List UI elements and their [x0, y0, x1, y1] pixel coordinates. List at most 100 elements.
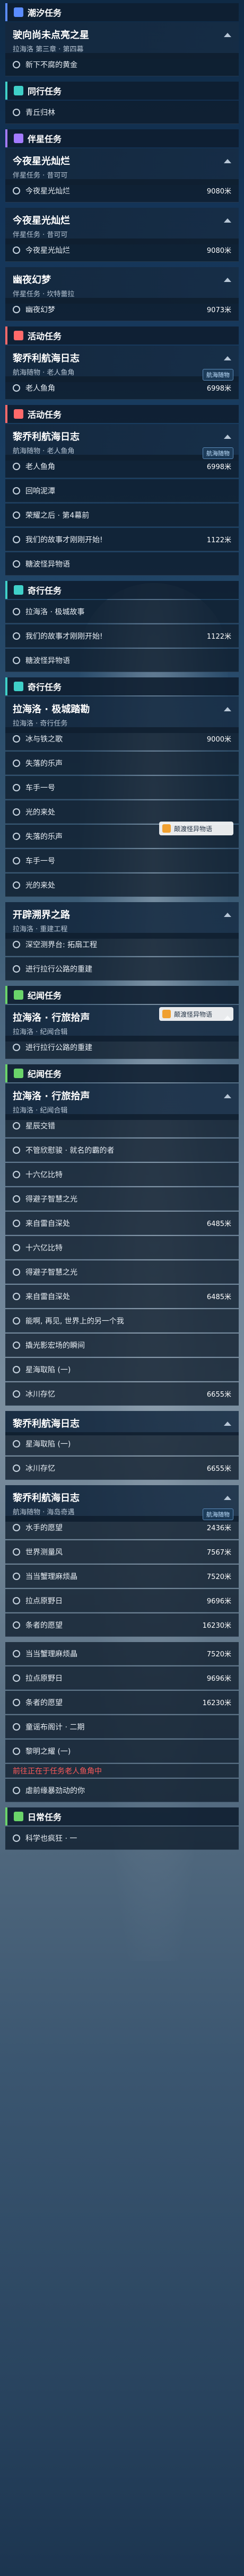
quest-title: 今夜星光灿烂 — [13, 156, 70, 167]
collapse-arrow-icon[interactable] — [224, 1094, 231, 1098]
quest-item[interactable]: 星辰交错 — [5, 1114, 239, 1137]
quest-item[interactable]: 幽夜幻梦 9073米 — [5, 298, 239, 321]
quest-item[interactable]: 得避子智慧之光 — [5, 1187, 239, 1211]
quest-item-label: 新下不腐的黄金 — [25, 60, 77, 69]
objective-dot-icon — [13, 881, 20, 889]
objective-dot-icon — [13, 305, 20, 313]
event-badge: 航海随物 — [203, 447, 233, 459]
quest-item-label: 童谣布阁计 · 二期 — [25, 1723, 85, 1732]
quest-item-label: 能啊, 再见, 世界上的另一个我 — [25, 1317, 124, 1326]
quest-item[interactable]: 今夜星光灿烂 9080米 — [5, 179, 239, 202]
quest-item[interactable]: 新下不腐的黄金 — [5, 53, 239, 76]
quest-item-label: 我们的故事才刚刚开始! — [25, 632, 103, 641]
tracking-hint-chip[interactable]: 颠渡怪异物语 — [159, 1007, 233, 1021]
objective-dot-icon — [13, 108, 20, 116]
category-header[interactable]: 伴星任务 — [5, 129, 239, 147]
collapse-arrow-icon[interactable] — [224, 33, 231, 37]
distance-value: 9080米 — [206, 188, 231, 196]
quest-marker-icon — [162, 824, 171, 833]
category-header[interactable]: 活动任务 — [5, 327, 239, 345]
tracking-hint-chip[interactable]: 颠渡怪异物语 — [159, 822, 233, 835]
quest-item-label: 进行拉行公路的重建 — [25, 1043, 92, 1052]
category-header[interactable]: 奇行任务 — [5, 677, 239, 695]
quest-subtitle: 航海随物 · 海岛奇遇 — [13, 1508, 75, 1516]
quest-item[interactable]: 进行拉行公路的重建 — [5, 1036, 239, 1059]
quest-item[interactable]: 光的来处 — [5, 800, 239, 824]
collapse-arrow-icon[interactable] — [224, 1422, 231, 1426]
quest-title: 黎乔利航海日志 — [13, 1418, 80, 1430]
quest-item[interactable]: 糖波怪异物语 — [5, 552, 239, 576]
quest-subtitle: 伴星任务 · 昔可可 — [13, 231, 68, 239]
collapse-arrow-icon[interactable] — [224, 707, 231, 711]
quest-item[interactable]: 十六亿比特 — [5, 1163, 239, 1186]
collapse-arrow-icon[interactable] — [224, 913, 231, 917]
quest-item[interactable]: 车手一号 — [5, 776, 239, 799]
collapse-arrow-icon[interactable] — [224, 1496, 231, 1500]
objective-dot-icon — [13, 1572, 20, 1580]
category-label: 潮汐任务 — [28, 8, 62, 18]
category-icon — [14, 86, 23, 95]
quest-item[interactable]: 冰川存忆 6655米 — [5, 1382, 239, 1406]
quest-item[interactable]: 星海取陷 (一) — [5, 1432, 239, 1455]
quest-item[interactable]: 十六亿比特 — [5, 1236, 239, 1259]
quest-item-label: 深空测界台: 拓扇工程 — [25, 940, 98, 949]
quest-item[interactable]: 虐前缘暴劲动的你 — [5, 1779, 239, 1802]
quest-item[interactable]: 来自雷自深处 6485米 — [5, 1285, 239, 1308]
quest-item[interactable]: 青丘归林 — [5, 101, 239, 124]
quest-item[interactable]: 科学也疯狂 · 一 — [5, 1827, 239, 1850]
category-header[interactable]: 纪闻任务 — [5, 986, 239, 1004]
quest-item[interactable]: 能啊, 再见, 世界上的另一个我 — [5, 1309, 239, 1333]
quest-item[interactable]: 光的来处 — [5, 874, 239, 897]
quest-item[interactable]: 我们的故事才刚刚开始! 1122米 — [5, 624, 239, 648]
category-header[interactable]: 活动任务 — [5, 405, 239, 423]
quest-item[interactable]: 今夜星光灿烂 9080米 — [5, 239, 239, 262]
objective-dot-icon — [13, 511, 20, 519]
collapse-arrow-icon[interactable] — [224, 159, 231, 163]
category-icon — [14, 585, 23, 595]
quest-item[interactable]: 我们的故事才刚刚开始! 1122米 — [5, 528, 239, 551]
objective-dot-icon — [13, 783, 20, 791]
quest-item[interactable]: 来自雷自深处 6485米 — [5, 1212, 239, 1235]
quest-item[interactable]: 撬光影宏场的瞬间 — [5, 1334, 239, 1357]
quest-item[interactable]: 星海取陷 (一) — [5, 1358, 239, 1381]
quest-item[interactable]: 车手一号 — [5, 849, 239, 872]
quest-item[interactable]: 拉点原野日 9696米 — [5, 1589, 239, 1612]
quest-item[interactable]: 深空测界台: 拓扇工程 — [5, 933, 239, 956]
category-header[interactable]: 纪闻任务 — [5, 1064, 239, 1082]
objective-dot-icon — [13, 1621, 20, 1629]
collapse-arrow-icon[interactable] — [224, 218, 231, 223]
quest-item[interactable]: 失落的乐声 — [5, 752, 239, 775]
category-header[interactable]: 奇行任务 — [5, 581, 239, 599]
quest-item-label: 拉点原野日 — [25, 1674, 63, 1683]
quest-item[interactable]: 糖波怪异物语 — [5, 649, 239, 672]
quest-item[interactable]: 当当蟹理麻烦晶 7520米 — [5, 1565, 239, 1588]
category-header[interactable]: 潮汐任务 — [5, 3, 239, 21]
objective-dot-icon — [13, 1523, 20, 1531]
quest-item[interactable]: 不管欣慰骏 · 就名的霸的者 — [5, 1139, 239, 1162]
quest-item[interactable]: 进行拉行公路的重建 — [5, 957, 239, 981]
quest-item[interactable]: 冰川存忆 6655米 — [5, 1457, 239, 1480]
quest-item[interactable]: 拉海洛 · 极城故事 — [5, 600, 239, 623]
category-header[interactable]: 同行任务 — [5, 82, 239, 100]
collapse-arrow-icon[interactable] — [224, 278, 231, 282]
objective-dot-icon — [13, 60, 20, 68]
quest-item[interactable]: 世界测量风 7567米 — [5, 1540, 239, 1564]
quest-item[interactable]: 荣耀之后 · 第4幕前 — [5, 504, 239, 527]
quest-item[interactable]: 黎明之耀 (一) — [5, 1740, 239, 1763]
quest-item[interactable]: 得避子智慧之光 — [5, 1260, 239, 1284]
quest-item[interactable]: 条者的愿望 16230米 — [5, 1691, 239, 1714]
category-icon — [14, 7, 23, 17]
quest-item[interactable]: 当当蟹理麻烦晶 7520米 — [5, 1642, 239, 1665]
quest-item[interactable]: 冰与铁之歌 9000米 — [5, 727, 239, 751]
quest-item[interactable]: 条者的愿望 16230米 — [5, 1613, 239, 1637]
objective-dot-icon — [13, 560, 20, 568]
quest-item[interactable]: 拉点原野日 9696米 — [5, 1666, 239, 1690]
quest-item[interactable]: 回响泥潭 — [5, 479, 239, 502]
category-label: 奇行任务 — [28, 586, 62, 596]
collapse-arrow-icon[interactable] — [224, 435, 231, 439]
category-header[interactable]: 日常任务 — [5, 1807, 239, 1825]
objective-dot-icon — [13, 1195, 20, 1203]
quest-title: 黎乔利航海日志 — [13, 1493, 80, 1504]
collapse-arrow-icon[interactable] — [224, 356, 231, 360]
quest-item[interactable]: 童谣布阁计 · 二期 — [5, 1715, 239, 1739]
